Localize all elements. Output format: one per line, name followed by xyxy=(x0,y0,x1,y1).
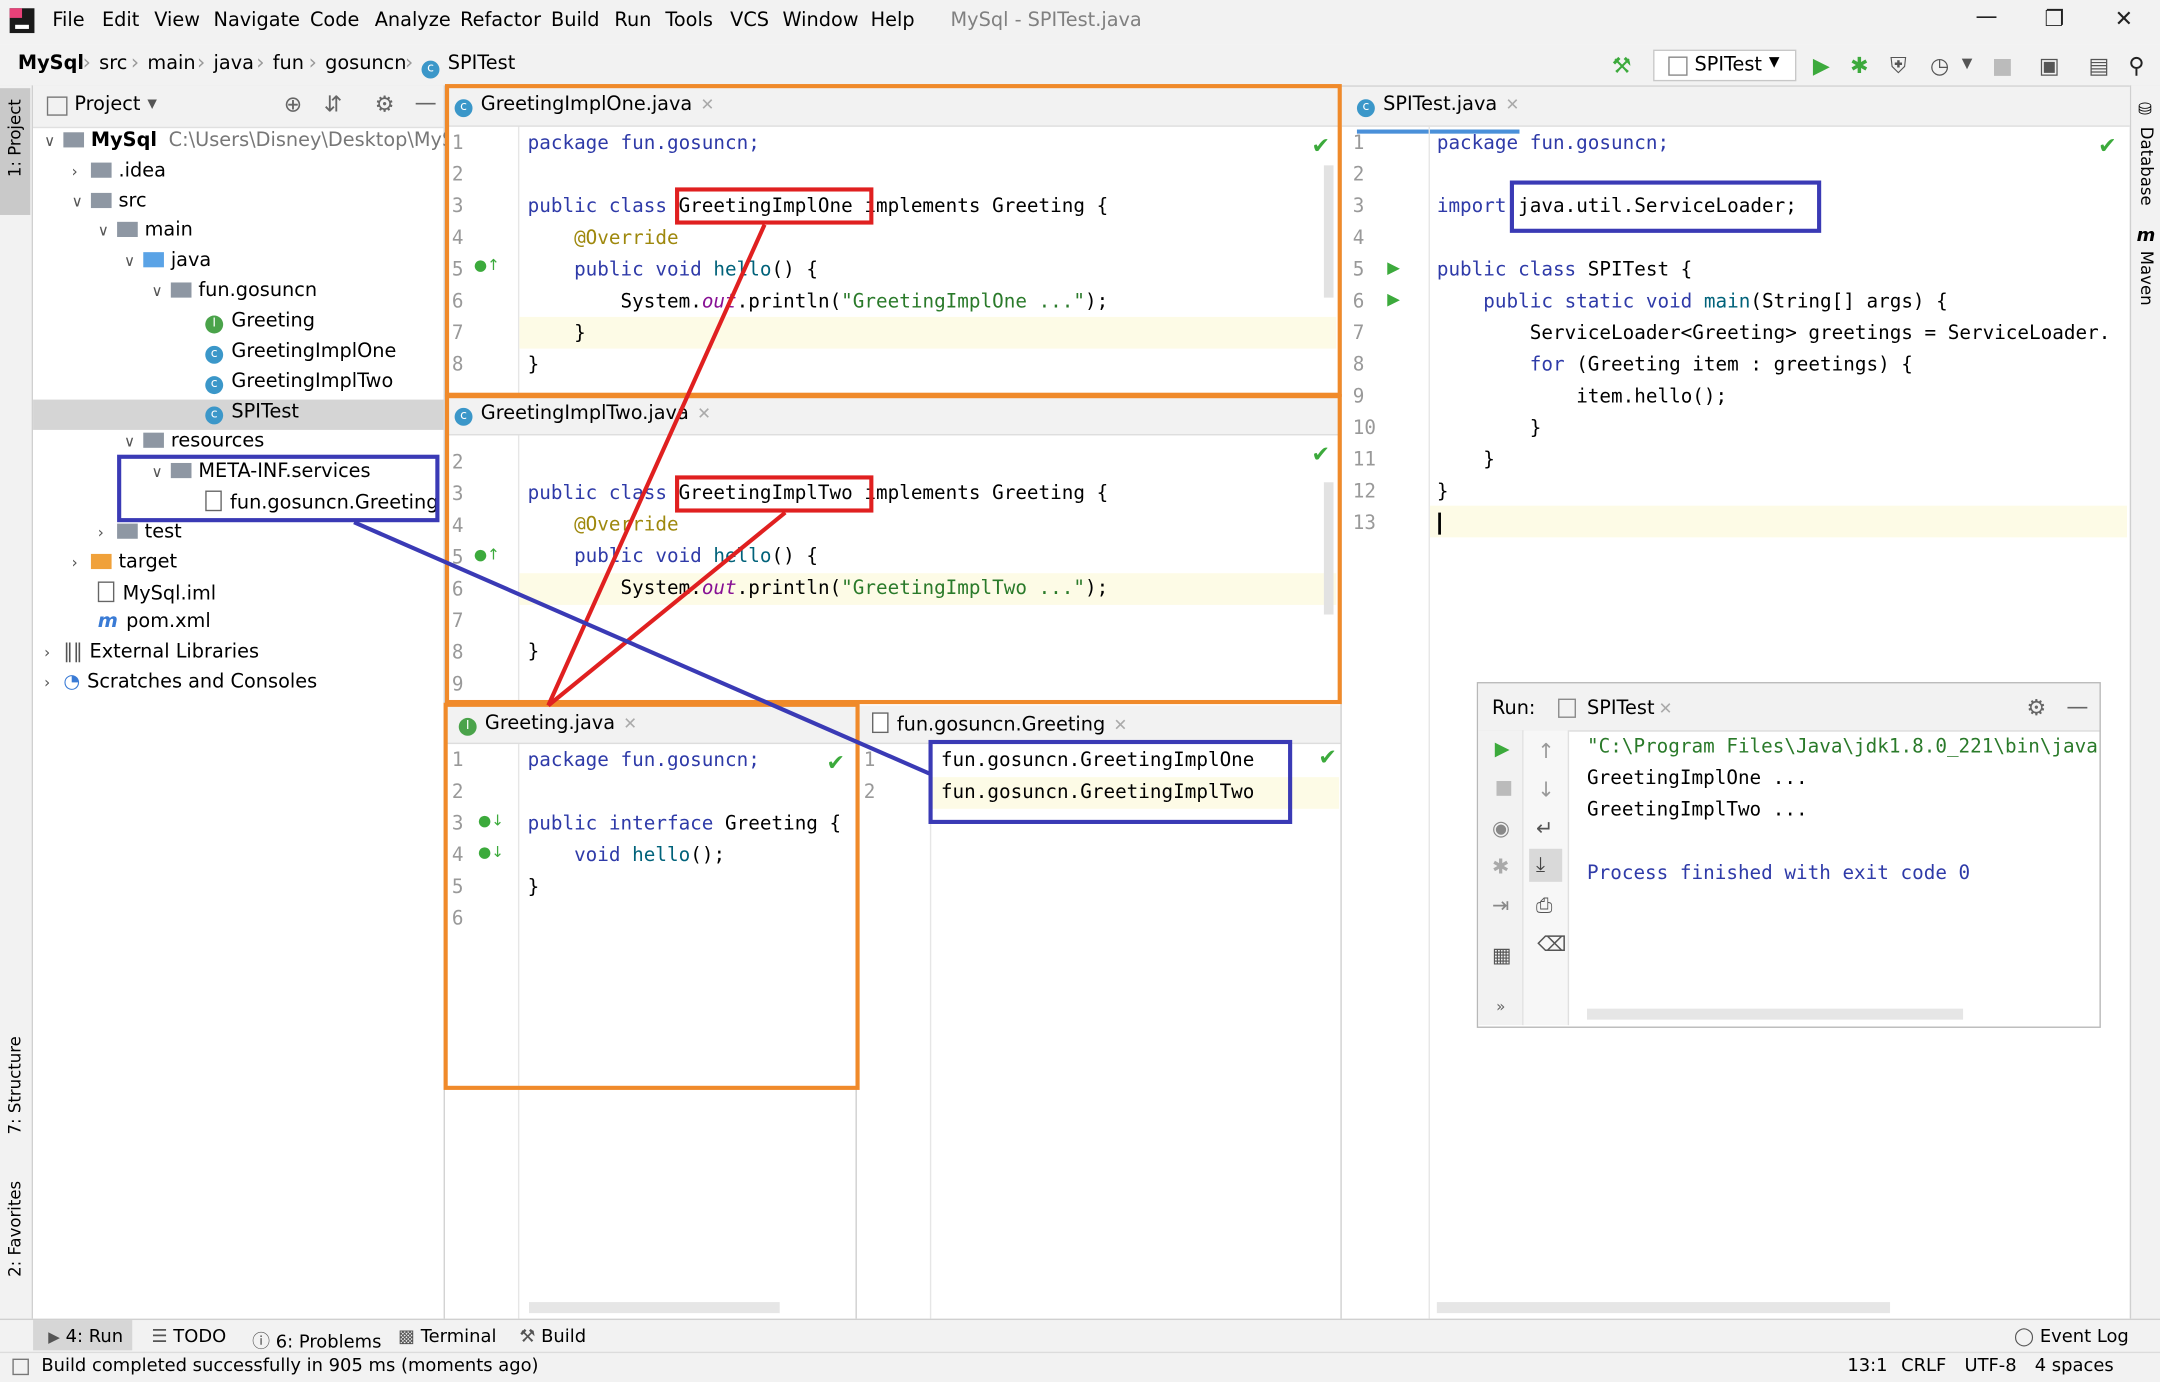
ide-window: File Edit View Navigate Code Analyze Ref… xyxy=(0,0,2160,1382)
annotation-arrows xyxy=(353,223,933,777)
arrow-impl-two-to-greeting xyxy=(546,510,787,708)
arrow-impl-one-to-greeting xyxy=(546,223,767,707)
arrow-meta-inf-to-entries xyxy=(353,520,933,777)
